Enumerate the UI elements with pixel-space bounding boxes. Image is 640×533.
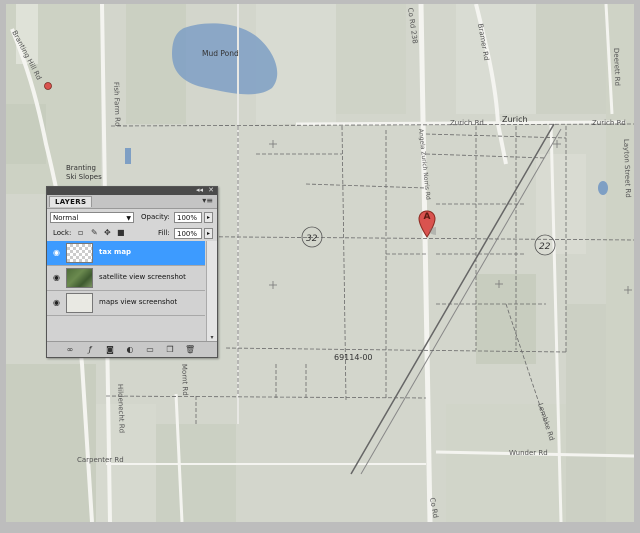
blend-mode-value: Normal xyxy=(53,214,79,222)
layer-row-tax-map[interactable]: ◉ tax map xyxy=(47,241,205,266)
eye-visibility-icon[interactable]: ◉ xyxy=(50,271,63,284)
layer-list: ◉ tax map ◉ satellite view screenshot ◉ … xyxy=(47,241,217,342)
layer-thumbnail xyxy=(66,293,93,313)
layer-name: satellite view screenshot xyxy=(99,273,186,281)
eye-visibility-icon[interactable]: ◉ xyxy=(50,246,63,259)
layer-name: tax map xyxy=(99,248,132,256)
fill-slider-toggle-icon[interactable]: ▸ xyxy=(204,228,213,239)
fill-label: Fill: xyxy=(158,229,170,237)
panel-titlebar[interactable]: ◂◂ ✕ xyxy=(47,186,217,195)
section-22-label: 22 xyxy=(539,242,551,252)
layer-row-maps[interactable]: ◉ maps view screenshot xyxy=(47,291,205,316)
lock-transparent-pixels-icon[interactable]: ▫ xyxy=(78,229,86,237)
opacity-input[interactable]: 100% xyxy=(174,212,202,223)
layer-name: maps view screenshot xyxy=(99,298,178,306)
mornt-rd-label: Mornt Rd xyxy=(180,364,189,396)
adjustment-layer-icon[interactable]: ◐ xyxy=(125,345,135,354)
layer-list-scrollbar[interactable]: ▾ xyxy=(206,241,217,342)
carpenter-rd-label: Carpenter Rd xyxy=(77,456,124,464)
branting-label: Branting xyxy=(66,164,96,172)
section-32-label: 32 xyxy=(306,234,318,244)
tab-layers[interactable]: LAYERS xyxy=(49,196,93,207)
marker-letter: A xyxy=(423,212,431,222)
layers-panel: ◂◂ ✕ LAYERS ▾≡ Normal ▼ Opacity: 100% ▸ … xyxy=(46,186,218,358)
fill-input[interactable]: 100% xyxy=(174,228,202,239)
deerett-rd-label: Deerett Rd xyxy=(612,48,621,86)
panel-tab-row: LAYERS ▾≡ xyxy=(47,195,217,209)
lock-image-pixels-icon[interactable]: ✎ xyxy=(91,229,99,237)
map-marker-a[interactable]: A xyxy=(418,210,436,238)
fish-farm-rd-label: Fish Farm Rd xyxy=(112,82,122,127)
ski-slopes-label: Ski Slopes xyxy=(66,173,102,181)
opacity-label: Opacity: xyxy=(141,213,170,221)
new-layer-icon[interactable]: ❐ xyxy=(165,345,175,354)
document-canvas: 32 22 69114-00 Mud Pond Zurich Branting … xyxy=(0,0,640,533)
wunder-rd-label: Wunder Rd xyxy=(509,449,548,457)
lock-fill-row: Lock: ▫ ✎ ✥ ■ Fill: 100% ▸ xyxy=(47,225,217,242)
lock-position-icon[interactable]: ✥ xyxy=(104,229,112,237)
layer-row-satellite[interactable]: ◉ satellite view screenshot xyxy=(47,266,205,291)
parcel-number-label: 69114-00 xyxy=(334,353,373,362)
add-mask-icon[interactable]: ◙ xyxy=(105,345,115,354)
link-layers-icon[interactable]: ∞ xyxy=(65,345,75,354)
panel-menu-icon[interactable]: ▾≡ xyxy=(202,196,213,205)
opacity-slider-toggle-icon[interactable]: ▸ xyxy=(204,212,213,223)
layer-thumbnail xyxy=(66,268,93,288)
lock-label: Lock: xyxy=(53,229,72,237)
blend-opacity-row: Normal ▼ Opacity: 100% ▸ xyxy=(47,209,217,225)
layers-panel-footer: ∞ ƒ ◙ ◐ ▭ ❐ 🗑 xyxy=(47,341,217,357)
zurich-rd-left-label: Zurich Rd xyxy=(450,119,484,127)
zurich-label: Zurich xyxy=(502,115,528,124)
delete-layer-icon[interactable]: 🗑 xyxy=(185,345,195,354)
layer-style-fx-icon[interactable]: ƒ xyxy=(85,345,95,354)
blend-mode-select[interactable]: Normal ▼ xyxy=(50,212,134,223)
zurich-rd-right-label: Zurich Rd xyxy=(592,119,626,127)
close-panel-icon[interactable]: ✕ xyxy=(208,186,214,195)
lock-all-icon[interactable]: ■ xyxy=(117,229,125,237)
layer-thumbnail xyxy=(66,243,93,263)
chevron-down-icon: ▼ xyxy=(126,215,131,222)
mud-pond-label: Mud Pond xyxy=(202,49,239,58)
eye-visibility-icon[interactable]: ◉ xyxy=(50,296,63,309)
new-group-icon[interactable]: ▭ xyxy=(145,345,155,354)
collapse-panel-icon[interactable]: ◂◂ xyxy=(196,186,203,195)
